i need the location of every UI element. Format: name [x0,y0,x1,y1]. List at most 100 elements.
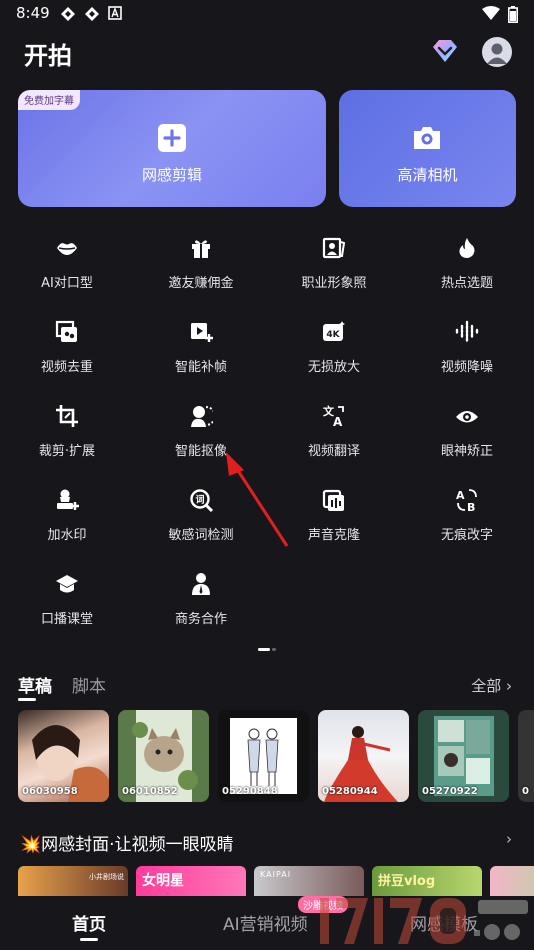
page-title: 开拍 [24,42,72,70]
tool-label: 商务合作 [174,612,227,627]
tool-label: 视频去重 [40,360,93,375]
video-edit-card[interactable]: 免费加字幕 网感剪辑 [18,90,326,207]
tool-smart-frame-interpolation[interactable]: 智能补帧 [134,310,268,380]
tool-label: 视频翻译 [307,444,360,459]
tool-crop-extend[interactable]: 裁剪·扩展 [0,394,134,464]
tab-drafts[interactable]: 草稿 [18,672,52,697]
draft-label: 05290848 [222,786,278,797]
tab-scripts[interactable]: 脚本 [72,672,106,697]
battery-icon [508,6,518,23]
tool-ai-lip-sync[interactable]: AI对口型 [0,226,134,296]
tool-professional-photo[interactable]: 职业形象照 [267,226,401,296]
tool-trending-topics[interactable]: 热点选题 [400,226,534,296]
tool-voice-clone[interactable]: 声音克隆 [267,478,401,548]
tool-label: 职业形象照 [301,276,367,291]
cover-section-title: 💥网感封面·让视频一眼吸睛 [20,835,234,855]
svg-text:4K: 4K [326,330,340,340]
tool-label: 加水印 [47,528,87,543]
svg-text:A: A [456,489,465,502]
camera-icon [414,127,440,149]
video-dedup-icon [55,320,77,342]
draft-label: 05280944 [322,786,378,797]
4k-icon: 4K [323,321,345,341]
notification-icon [61,7,75,21]
tool-invite-friends[interactable]: 邀友赚佣金 [134,226,268,296]
tool-business-cooperation[interactable]: 商务合作 [134,562,268,632]
draft-item[interactable]: 05290848 [218,710,309,802]
tool-speech-class[interactable]: 口播课堂 [0,562,134,632]
tool-eye-correction[interactable]: 眼神矫正 [400,394,534,464]
graduation-cap-icon [56,575,78,593]
tool-label: 眼神矫正 [440,444,493,459]
draft-item[interactable]: 06010852 [118,710,209,802]
view-all-link[interactable]: 全部 › [471,675,512,696]
nav-ai-marketing-video[interactable]: AI营销视频 [223,910,308,935]
tool-add-watermark[interactable]: 加水印 [0,478,134,548]
tool-label: 裁剪·扩展 [38,444,96,459]
cover-item[interactable]: 小井剧场说 [18,866,128,896]
draft-list: 06030958 06010852 05290848 05280944 0527… [18,710,534,802]
tool-label: 热点选题 [440,276,493,291]
draft-item[interactable]: 06030958 [18,710,109,802]
hd-camera-label: 高清相机 [397,166,458,184]
business-person-icon [192,573,210,595]
avatar[interactable] [482,37,512,67]
tool-label: 无损放大 [307,360,360,375]
svg-text:A: A [333,415,343,428]
denoise-icon [455,320,479,344]
plus-icon [158,124,186,152]
page-indicator [258,648,276,651]
hd-camera-card[interactable]: 高清相机 [339,90,516,207]
nav-home[interactable]: 首页 [72,910,106,935]
portrait-icon [322,237,346,259]
gift-icon [192,240,210,258]
text-replace-icon: AB [456,489,477,512]
tool-label: 口播课堂 [40,612,93,627]
frame-plus-icon [191,323,213,342]
draft-label: 06030958 [22,786,78,797]
tool-label: 智能补帧 [174,360,227,375]
active-tab-underline [18,698,36,701]
tool-label: 邀友赚佣金 [168,276,234,291]
watermark-icon [57,489,79,510]
word-check-icon: 词 [190,489,213,512]
a-badge-icon [108,6,122,20]
drafts-tabs: 草稿 脚本 [18,672,106,697]
tool-label: 无痕改字 [440,528,493,543]
lips-icon [57,243,77,255]
translate-icon: 文A [323,404,344,428]
tool-video-translate[interactable]: 文A 视频翻译 [267,394,401,464]
flame-icon [459,238,475,258]
svg-text:B: B [467,501,475,512]
svg-text:词: 词 [195,494,204,506]
tool-video-denoise[interactable]: 视频降噪 [400,310,534,380]
tool-smart-cutout[interactable]: 智能抠像 [134,394,268,464]
tool-label: 视频降噪 [440,360,493,375]
wifi-icon [482,6,500,20]
tool-lossless-upscale[interactable]: 4K 无损放大 [267,310,401,380]
draft-item[interactable]: 0 [518,710,534,802]
draft-item[interactable]: 05280944 [318,710,409,802]
tool-label: AI对口型 [41,276,93,291]
draft-label: 06010852 [122,786,178,797]
tool-seamless-text-replace[interactable]: AB 无痕改字 [400,478,534,548]
cutout-icon [191,406,213,427]
video-edit-label: 网感剪辑 [141,166,202,184]
free-subtitle-badge: 免费加字幕 [18,90,80,110]
status-icons-left [60,6,122,22]
status-time: 8:49 [16,4,50,22]
tool-sensitive-word-check[interactable]: 词 敏感词检测 [134,478,268,548]
cover-text: 女明星 [142,873,184,889]
draft-label: 0 [522,786,529,797]
cover-text: 小井剧场说 [89,873,124,881]
voice-clone-icon [322,489,344,511]
chevron-right-icon[interactable]: › [506,830,512,848]
diamond-icon[interactable] [430,37,460,65]
status-bar: 8:49 [0,0,534,28]
tool-video-dedup[interactable]: 视频去重 [0,310,134,380]
cover-text: KAIPAI [260,870,292,879]
draft-item[interactable]: 05270922 [418,710,509,802]
cover-item[interactable]: 女明星 [136,866,246,896]
tool-label: 敏感词检测 [168,528,234,543]
nav-active-underline [80,938,98,941]
